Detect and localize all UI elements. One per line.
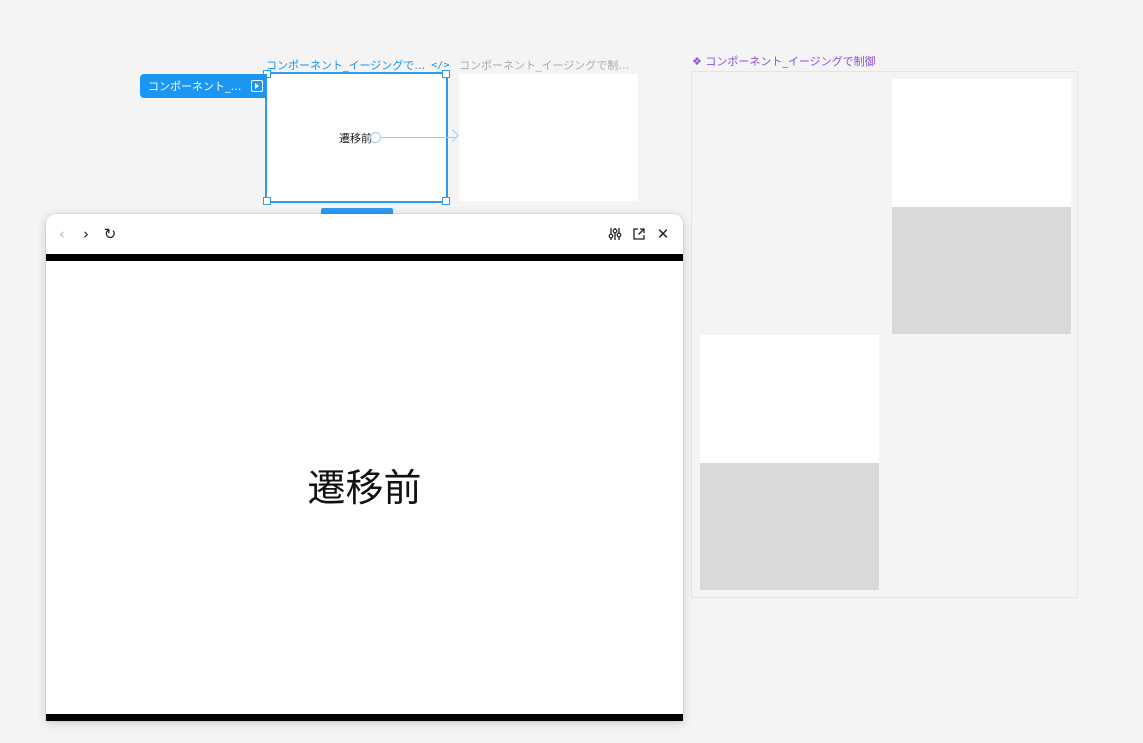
external-link-svg [633,228,645,240]
frame1-title: コンポーネント_イージングで… [266,59,426,72]
resize-handle-top-right[interactable] [442,70,450,78]
resize-handle-bottom-left[interactable] [263,197,271,205]
preview-bottom-bar [46,714,683,721]
forward-icon[interactable]: › [76,224,96,244]
frame-after-transition[interactable] [459,74,638,201]
external-link-icon[interactable] [629,224,649,244]
preview-content[interactable]: 遷移前 [46,261,683,714]
component-variant-a[interactable] [892,79,1071,334]
connection-arrow-icon [446,129,459,142]
prototype-preview-window: ‹ › ↻ ✕ 遷移前 [46,214,683,721]
prototype-connection-line[interactable] [381,137,455,138]
sliders-svg [608,228,622,240]
interaction-badge-label: コンポーネント_… [148,80,242,93]
preview-top-bar [46,254,683,261]
frame1-text: 遷移前 [339,132,372,145]
variant-a-top [892,79,1071,207]
frame1-label[interactable]: コンポーネント_イージングで… </> [266,57,449,73]
reload-icon[interactable]: ↻ [100,224,120,244]
connection-node[interactable] [370,132,381,143]
variant-b-bottom [700,463,879,590]
sliders-icon[interactable] [605,224,625,244]
interaction-badge[interactable]: コンポーネント_… [140,74,267,98]
design-canvas[interactable]: コンポーネント_イージングで… </> 遷移前 コンポーネント_… コンポーネン… [0,0,1143,743]
code-icon[interactable]: </> [431,60,449,71]
frame2-label[interactable]: コンポーネント_イージングで制… [459,57,629,73]
variant-b-top [700,335,879,463]
component-set-label[interactable]: ❖ コンポーネント_イージングで制御 [692,53,876,69]
preview-toolbar: ‹ › ↻ ✕ [46,214,683,254]
resize-handle-bottom-right[interactable] [442,197,450,205]
preview-content-text: 遷移前 [307,466,422,510]
variant-a-bottom [892,207,1071,334]
play-icon[interactable] [251,80,263,92]
component-variant-b[interactable] [700,335,879,590]
close-icon[interactable]: ✕ [653,224,673,244]
back-icon[interactable]: ‹ [52,224,72,244]
